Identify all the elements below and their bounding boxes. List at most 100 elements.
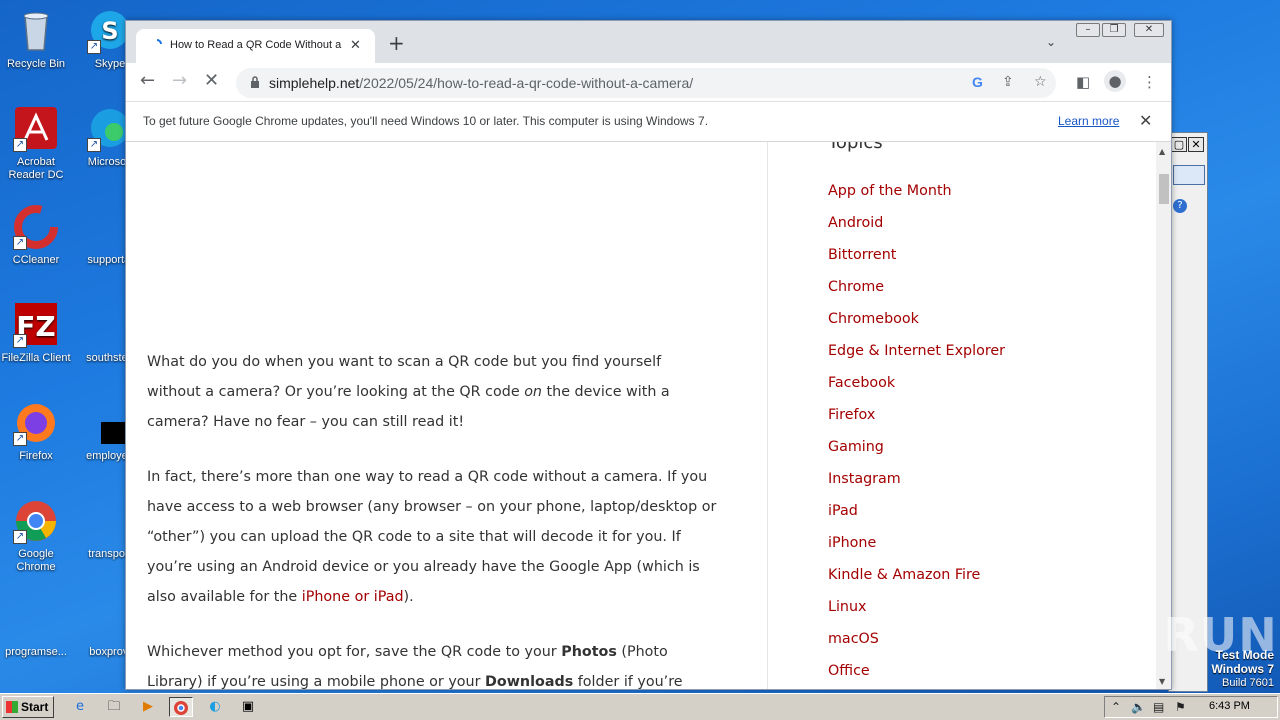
edge-taskbar-icon[interactable]: ◐	[203, 697, 227, 717]
menu-icon[interactable]: ⋮	[1142, 73, 1157, 91]
topic-link[interactable]: Office	[828, 660, 1005, 689]
topic-link[interactable]: Chrome	[828, 276, 1005, 308]
system-tray: ⌃ 🔈 ▤ ⚑ 6:43 PM	[1104, 696, 1278, 718]
app-window-icon[interactable]: ▣	[236, 697, 260, 717]
topic-link[interactable]: Bittorrent	[828, 244, 1005, 276]
desktop-icon-chrome[interactable]: ↗ Google Chrome	[0, 498, 72, 574]
action-center-flag-icon[interactable]: ⚑	[1175, 700, 1186, 714]
acrobat-icon: ↗	[13, 106, 59, 152]
desktop-icon-ccleaner[interactable]: ↗ CCleaner	[0, 204, 72, 267]
windows-version-line: Windows 7	[1211, 662, 1274, 676]
maximize-button[interactable]: ❐	[1102, 23, 1126, 37]
topic-link[interactable]: iPhone	[828, 532, 1005, 564]
topics-heading: Topics	[828, 142, 883, 153]
topic-link[interactable]: Linux	[828, 596, 1005, 628]
test-mode-notice: Test Mode Windows 7 Build 7601	[1211, 648, 1274, 690]
topic-link[interactable]: Edge & Internet Explorer	[828, 340, 1005, 372]
tab-close-icon[interactable]: ✕	[350, 38, 361, 53]
toolbar: ← → ✕ simplehelp.net/2022/05/24/how-to-r…	[126, 63, 1171, 101]
chrome-icon: ↗	[13, 498, 59, 544]
scrollbar-thumb[interactable]	[1159, 174, 1169, 204]
sidebar-divider	[767, 142, 768, 689]
test-mode-line: Test Mode	[1215, 648, 1274, 662]
file-icon	[13, 596, 59, 642]
tray-expand-icon[interactable]: ⌃	[1111, 700, 1121, 714]
address-bar[interactable]: simplehelp.net/2022/05/24/how-to-read-a-…	[236, 68, 1056, 98]
p3-photos: Photos	[561, 644, 617, 660]
topic-link[interactable]: App of the Month	[828, 180, 1005, 212]
p3-text: Whichever method you opt for, save the Q…	[147, 644, 562, 660]
learn-more-link[interactable]: Learn more	[1058, 114, 1119, 128]
article-paragraph: What do you do when you want to scan a Q…	[147, 347, 717, 437]
article-paragraph: Whichever method you opt for, save the Q…	[147, 637, 717, 690]
close-button[interactable]: ✕	[1188, 137, 1204, 152]
filezilla-icon: FZ ↗	[13, 302, 59, 348]
svg-text:S: S	[101, 17, 118, 45]
desktop-icon-programse[interactable]: programse...	[0, 596, 72, 659]
forward-icon[interactable]: →	[172, 71, 187, 91]
p1-emphasis: on	[524, 384, 542, 400]
explorer-icon[interactable]: 🗀	[102, 697, 126, 717]
build-line: Build 7601	[1222, 677, 1274, 689]
google-lens-icon[interactable]: G	[972, 74, 983, 90]
url-text: simplehelp.net/2022/05/24/how-to-read-a-…	[269, 75, 693, 91]
page-content: What do you do when you want to scan a Q…	[126, 142, 1156, 690]
topic-link[interactable]: iPad	[828, 500, 1005, 532]
stop-loading-icon[interactable]: ✕	[204, 71, 219, 91]
desktop-icon-acrobat[interactable]: ↗ Acrobat Reader DC	[0, 106, 72, 182]
infobar-close-icon[interactable]: ✕	[1139, 111, 1152, 130]
topics-list: App of the Month Android Bittorrent Chrome C…	[828, 180, 1005, 689]
topic-link[interactable]: Kindle & Amazon Fire	[828, 564, 1005, 596]
desktop-icon-recycle-bin[interactable]: Recycle Bin	[0, 8, 72, 71]
restore-button[interactable]: ▢	[1171, 137, 1187, 152]
share-icon[interactable]: ⇪	[1002, 74, 1014, 90]
p3-downloads: Downloads	[485, 674, 574, 690]
tab-title: How to Read a QR Code Without a Camera	[170, 39, 342, 51]
lock-icon	[251, 76, 259, 88]
topic-link[interactable]: Firefox	[828, 404, 1005, 436]
profile-icon[interactable]: ●	[1104, 70, 1126, 92]
p2-text: In fact, there’s more than one way to re…	[147, 469, 717, 605]
new-tab-button[interactable]: +	[388, 33, 405, 53]
bookmark-star-icon[interactable]: ☆	[1034, 74, 1047, 90]
clock[interactable]: 6:43 PM	[1209, 700, 1250, 712]
network-icon[interactable]: ▤	[1153, 700, 1164, 714]
tab-search-icon[interactable]: ⌄	[1046, 35, 1056, 49]
topic-link[interactable]: Android	[828, 212, 1005, 244]
minimize-button[interactable]: –	[1076, 23, 1100, 37]
search-icon[interactable]	[1173, 165, 1205, 185]
topic-link[interactable]: macOS	[828, 628, 1005, 660]
scroll-up-icon[interactable]: ▲	[1159, 147, 1165, 156]
url-domain: simplehelp.net	[269, 75, 360, 91]
tab-strip: How to Read a QR Code Without a Camera ✕…	[126, 21, 1171, 63]
chrome-taskbar-icon[interactable]	[169, 697, 193, 717]
media-player-icon[interactable]: ▶	[136, 697, 160, 717]
browser-tab[interactable]: How to Read a QR Code Without a Camera ✕	[136, 29, 375, 63]
ccleaner-icon: ↗	[13, 204, 59, 250]
start-button[interactable]: Start	[2, 696, 54, 718]
infobar-text: To get future Google Chrome updates, you…	[143, 114, 709, 128]
desktop-icon-filezilla[interactable]: FZ ↗ FileZilla Client	[0, 302, 72, 365]
article-paragraph: In fact, there’s more than one way to re…	[147, 462, 717, 612]
window-close-button[interactable]: ✕	[1134, 23, 1164, 37]
start-label: Start	[21, 700, 49, 714]
topic-link[interactable]: Chromebook	[828, 308, 1005, 340]
desktop-icon-firefox[interactable]: ↗ Firefox	[0, 400, 72, 463]
volume-icon[interactable]: 🔈	[1131, 700, 1146, 714]
firefox-icon: ↗	[13, 400, 59, 446]
chrome-window: How to Read a QR Code Without a Camera ✕…	[125, 20, 1172, 690]
recycle-bin-icon	[13, 8, 59, 54]
back-icon[interactable]: ←	[140, 71, 155, 91]
help-icon[interactable]: ?	[1173, 199, 1187, 213]
topic-link[interactable]: Facebook	[828, 372, 1005, 404]
scroll-down-icon[interactable]: ▼	[1159, 677, 1165, 686]
iphone-ipad-link[interactable]: iPhone or iPad	[302, 589, 404, 605]
side-panel-icon[interactable]: ◧	[1076, 73, 1090, 91]
windows-logo-icon	[6, 701, 18, 713]
topic-link[interactable]: Instagram	[828, 468, 1005, 500]
ie-icon[interactable]: e	[68, 697, 92, 717]
topic-link[interactable]: Gaming	[828, 436, 1005, 468]
taskbar: Start e 🗀 ▶ ◐ ▣ ⌃ 🔈 ▤ ⚑ 6:43 PM	[0, 693, 1280, 720]
update-infobar: To get future Google Chrome updates, you…	[126, 101, 1171, 142]
article-body: What do you do when you want to scan a Q…	[147, 347, 717, 690]
